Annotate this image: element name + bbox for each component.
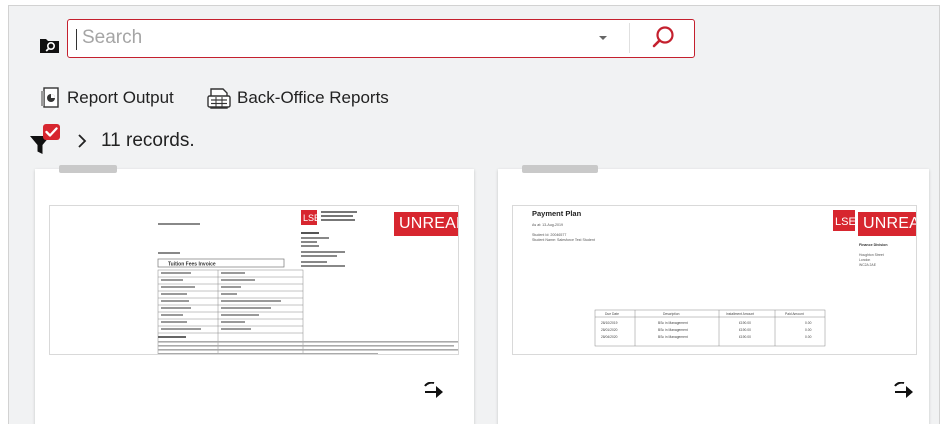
document-thumbnail[interactable]: UNREAD LSE bbox=[49, 205, 459, 355]
table-cell: 0.00 bbox=[805, 328, 812, 332]
document-card[interactable]: UNREAD Payment Plan As at: 13-Aug-2019 S… bbox=[498, 165, 929, 424]
search-input[interactable] bbox=[82, 20, 602, 56]
search-icon bbox=[652, 26, 674, 48]
report-output-icon bbox=[41, 87, 59, 108]
search-divider bbox=[629, 23, 630, 53]
invoice-preview: LSE Tuition Fees Invoice bbox=[157, 210, 458, 354]
records-count: 11 records. bbox=[101, 130, 195, 151]
search-box bbox=[67, 19, 695, 58]
table-cell: BSc in Management bbox=[658, 335, 688, 339]
table-header: Due Date bbox=[605, 312, 619, 316]
card-title-partial bbox=[59, 165, 117, 173]
lse-logo-text: LSE bbox=[835, 216, 856, 228]
back-office-reports-label: Back-Office Reports bbox=[237, 88, 389, 107]
search-button[interactable] bbox=[634, 20, 692, 56]
table-header: Description bbox=[663, 312, 680, 316]
address-line: WC2A 2AE bbox=[859, 263, 877, 267]
table-cell: 28/04/2020 bbox=[601, 335, 618, 339]
main-panel: Report Output Back-Office Reports bbox=[8, 5, 940, 424]
table-header: Installment Amount bbox=[726, 312, 754, 316]
payment-plan-student-id: Student Id: 20046577 bbox=[532, 233, 566, 237]
table-cell: 0.00 bbox=[805, 321, 812, 325]
payment-plan-title: Payment Plan bbox=[532, 209, 582, 218]
report-output-link[interactable]: Report Output bbox=[39, 86, 174, 110]
document-card[interactable]: UNREAD LSE bbox=[35, 165, 474, 424]
address-line: Houghton Street bbox=[859, 253, 884, 257]
back-office-reports-icon bbox=[207, 88, 231, 109]
chevron-down-icon[interactable] bbox=[595, 30, 611, 46]
finance-division: Finance Division bbox=[859, 243, 888, 247]
text-cursor bbox=[76, 29, 77, 50]
folder-search-icon[interactable] bbox=[39, 36, 61, 54]
chevron-right-icon[interactable] bbox=[75, 133, 89, 149]
table-cell: BSc in Management bbox=[658, 321, 688, 325]
filter-check-icon[interactable] bbox=[29, 124, 63, 158]
address-line: London bbox=[859, 258, 870, 262]
table-cell: £190.00 bbox=[739, 335, 751, 339]
action-arrow-icon[interactable] bbox=[423, 382, 445, 400]
table-cell: BSc in Management bbox=[658, 328, 688, 332]
card-title-partial bbox=[522, 165, 598, 173]
table-cell: 28/10/2019 bbox=[601, 321, 618, 325]
table-cell: 0.00 bbox=[805, 335, 812, 339]
payment-plan-preview: Payment Plan As at: 13-Aug-2019 Student … bbox=[532, 209, 888, 347]
lse-logo-text: LSE bbox=[303, 213, 320, 223]
document-thumbnail[interactable]: UNREAD Payment Plan As at: 13-Aug-2019 S… bbox=[512, 205, 917, 355]
table-cell: 28/01/2020 bbox=[601, 328, 618, 332]
back-office-reports-link[interactable]: Back-Office Reports bbox=[207, 86, 389, 110]
toolbar: Report Output Back-Office Reports bbox=[9, 6, 939, 169]
document-grid: UNREAD LSE bbox=[9, 165, 939, 424]
invoice-title: Tuition Fees Invoice bbox=[168, 262, 216, 268]
payment-plan-student-name: Student Name: Salesforce Test Student bbox=[532, 238, 595, 242]
table-cell: £190.00 bbox=[739, 321, 751, 325]
report-output-label: Report Output bbox=[67, 88, 174, 107]
table-header: Paid Amount bbox=[785, 312, 804, 316]
table-cell: £190.00 bbox=[739, 328, 751, 332]
action-arrow-icon[interactable] bbox=[893, 382, 915, 400]
payment-plan-date: As at: 13-Aug-2019 bbox=[532, 223, 563, 227]
